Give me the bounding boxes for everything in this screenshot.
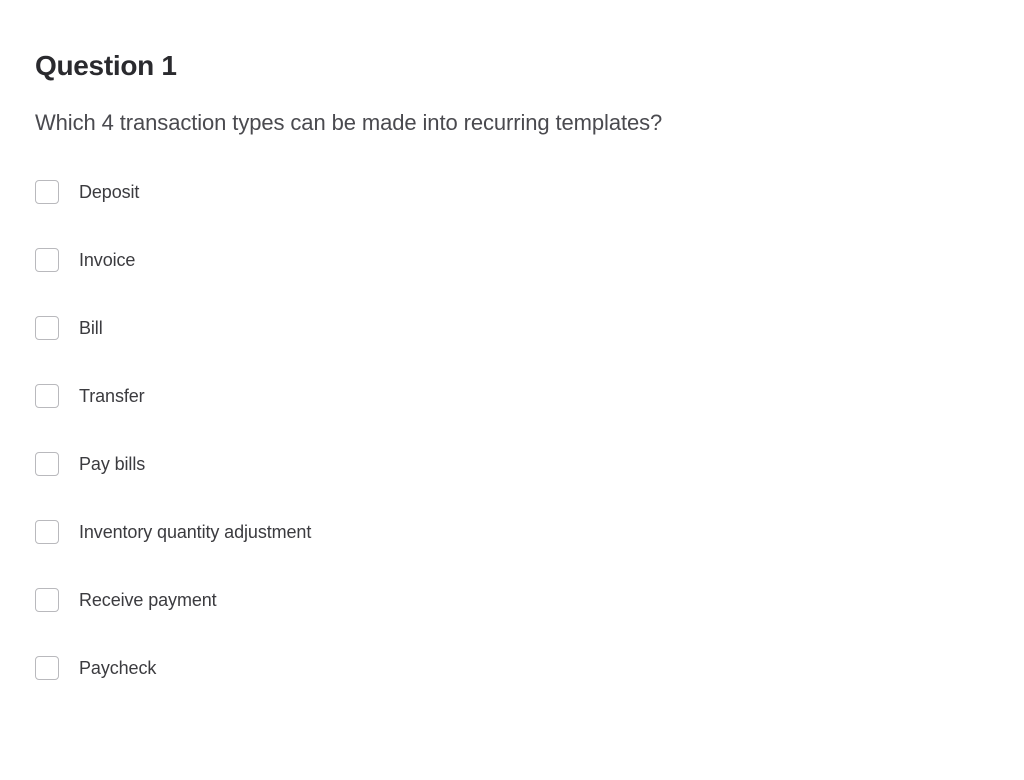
option-label: Deposit — [79, 182, 139, 203]
option-label: Bill — [79, 318, 103, 339]
option-label: Paycheck — [79, 658, 156, 679]
option-label: Invoice — [79, 250, 135, 271]
checkbox-icon[interactable] — [35, 180, 59, 204]
checkbox-icon[interactable] — [35, 656, 59, 680]
option-receive-payment[interactable]: Receive payment — [35, 588, 989, 612]
option-label: Receive payment — [79, 590, 217, 611]
option-transfer[interactable]: Transfer — [35, 384, 989, 408]
option-pay-bills[interactable]: Pay bills — [35, 452, 989, 476]
option-deposit[interactable]: Deposit — [35, 180, 989, 204]
option-invoice[interactable]: Invoice — [35, 248, 989, 272]
option-bill[interactable]: Bill — [35, 316, 989, 340]
question-title: Question 1 — [35, 50, 989, 82]
option-paycheck[interactable]: Paycheck — [35, 656, 989, 680]
option-label: Pay bills — [79, 454, 145, 475]
checkbox-icon[interactable] — [35, 248, 59, 272]
options-list: Deposit Invoice Bill Transfer Pay bills … — [35, 180, 989, 680]
option-inventory-quantity-adjustment[interactable]: Inventory quantity adjustment — [35, 520, 989, 544]
checkbox-icon[interactable] — [35, 520, 59, 544]
question-prompt: Which 4 transaction types can be made in… — [35, 110, 989, 136]
checkbox-icon[interactable] — [35, 316, 59, 340]
option-label: Inventory quantity adjustment — [79, 522, 311, 543]
option-label: Transfer — [79, 386, 145, 407]
checkbox-icon[interactable] — [35, 452, 59, 476]
checkbox-icon[interactable] — [35, 384, 59, 408]
checkbox-icon[interactable] — [35, 588, 59, 612]
